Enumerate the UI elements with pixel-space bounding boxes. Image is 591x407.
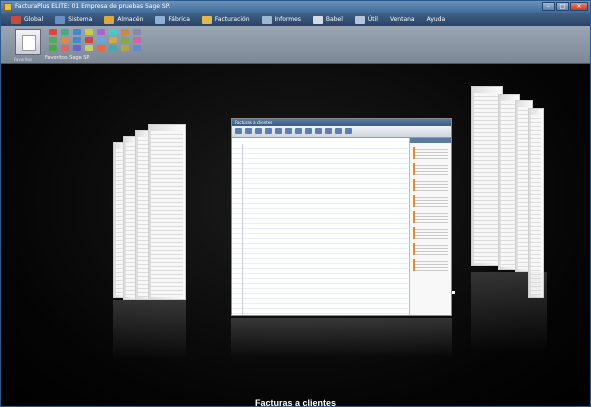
informes-icon [261,15,272,24]
menu-label: Fábrica [168,16,190,23]
window-thumbnail[interactable] [148,124,186,300]
menu-bar: Global Sistema Almacén Fábrica Facturación In… [1,13,590,26]
favorite-shortcut-icon[interactable] [97,37,105,43]
menu-sistema[interactable]: Sistema [53,13,102,26]
favorite-shortcut-icon[interactable] [121,29,129,35]
favorite-shortcut-icon[interactable] [109,37,117,43]
flip3d-caption: Facturas a clientes [254,398,337,407]
util-icon [354,15,365,24]
favorite-shortcut-icon[interactable] [61,45,69,51]
menu-global[interactable]: Global [9,13,53,26]
almacen-icon [104,15,115,24]
menu-label: Útil [367,16,378,23]
reflection [113,300,186,360]
favorite-shortcut-icon[interactable] [109,29,117,35]
menu-label: Almacén [117,16,144,23]
menu-fabrica[interactable]: Fábrica [153,13,200,26]
focused-window-title: Facturas a clientes [232,119,451,126]
favorite-shortcut-icon[interactable] [97,45,105,51]
facturacion-icon [201,15,212,24]
menu-label: Global [24,16,44,23]
favorites-icon-grid [49,29,142,52]
reflection [231,318,452,358]
favorite-shortcut-icon[interactable] [85,45,93,51]
favoritos-big-button[interactable] [15,29,41,55]
side-panel [409,138,451,315]
favorite-shortcut-icon[interactable] [85,37,93,43]
invoices-table [232,144,408,315]
global-icon [11,15,21,24]
menu-label: Sistema [68,16,93,23]
menu-util[interactable]: Útil [353,13,388,26]
title-bar[interactable]: FacturaPlus ELITE: 01 Empresa de pruebas… [1,1,590,13]
menu-almacen[interactable]: Almacén [102,13,153,26]
favorite-shortcut-icon[interactable] [49,29,57,35]
favorite-shortcut-icon[interactable] [133,29,141,35]
window-controls: – □ ✕ [542,2,588,12]
sistema-icon [55,15,66,24]
babel-icon [312,15,323,24]
window-thumbnail[interactable] [528,108,544,298]
menu-babel[interactable]: Babel [311,13,353,26]
favorite-shortcut-icon[interactable] [85,29,93,35]
cursor [452,291,455,294]
minimize-button[interactable]: – [542,2,555,11]
maximize-button[interactable]: □ [556,2,569,11]
fabrica-icon [155,15,166,24]
favorite-shortcut-icon[interactable] [121,45,129,51]
menu-label: Ventana [389,16,415,23]
favorite-shortcut-icon[interactable] [97,29,105,35]
menu-facturacion[interactable]: Facturación [200,13,260,26]
reflection [471,272,547,352]
favorite-shortcut-icon[interactable] [73,37,81,43]
window-title: FacturaPlus ELITE: 01 Empresa de pruebas… [15,3,171,10]
favorite-shortcut-icon[interactable] [61,37,69,43]
focused-window-facturas[interactable]: Facturas a clientes [231,118,452,316]
app-window: FacturaPlus ELITE: 01 Empresa de pruebas… [0,0,591,407]
favorite-shortcut-icon[interactable] [49,45,57,51]
favorite-shortcut-icon[interactable] [49,37,57,43]
app-icon[interactable] [4,3,12,11]
favorite-shortcut-icon[interactable] [73,29,81,35]
menu-label: Informes [274,16,301,23]
favorite-shortcut-icon[interactable] [133,37,141,43]
menu-informes[interactable]: Informes [260,13,311,26]
flip3d-stage: Facturas a clientes Facturas a clientes [1,64,590,407]
menu-label: Facturación [214,16,250,23]
close-button[interactable]: ✕ [570,2,588,11]
menu-ventana[interactable]: Ventana [388,13,425,26]
menu-label: Babel [325,16,343,23]
favorite-shortcut-icon[interactable] [133,45,141,51]
favoritos-label: Favoritos [14,57,33,62]
favorite-shortcut-icon[interactable] [73,45,81,51]
ribbon-group-label: Favoritos Sage SP [45,55,90,61]
favorite-shortcut-icon[interactable] [121,37,129,43]
favorite-shortcut-icon[interactable] [109,45,117,51]
focused-window-toolbar [232,126,451,138]
ribbon-toolbar: Favoritos Favoritos Sage SP [1,26,590,64]
menu-label: Ayuda [426,16,446,23]
favorite-shortcut-icon[interactable] [61,29,69,35]
menu-ayuda[interactable]: Ayuda [425,13,456,26]
